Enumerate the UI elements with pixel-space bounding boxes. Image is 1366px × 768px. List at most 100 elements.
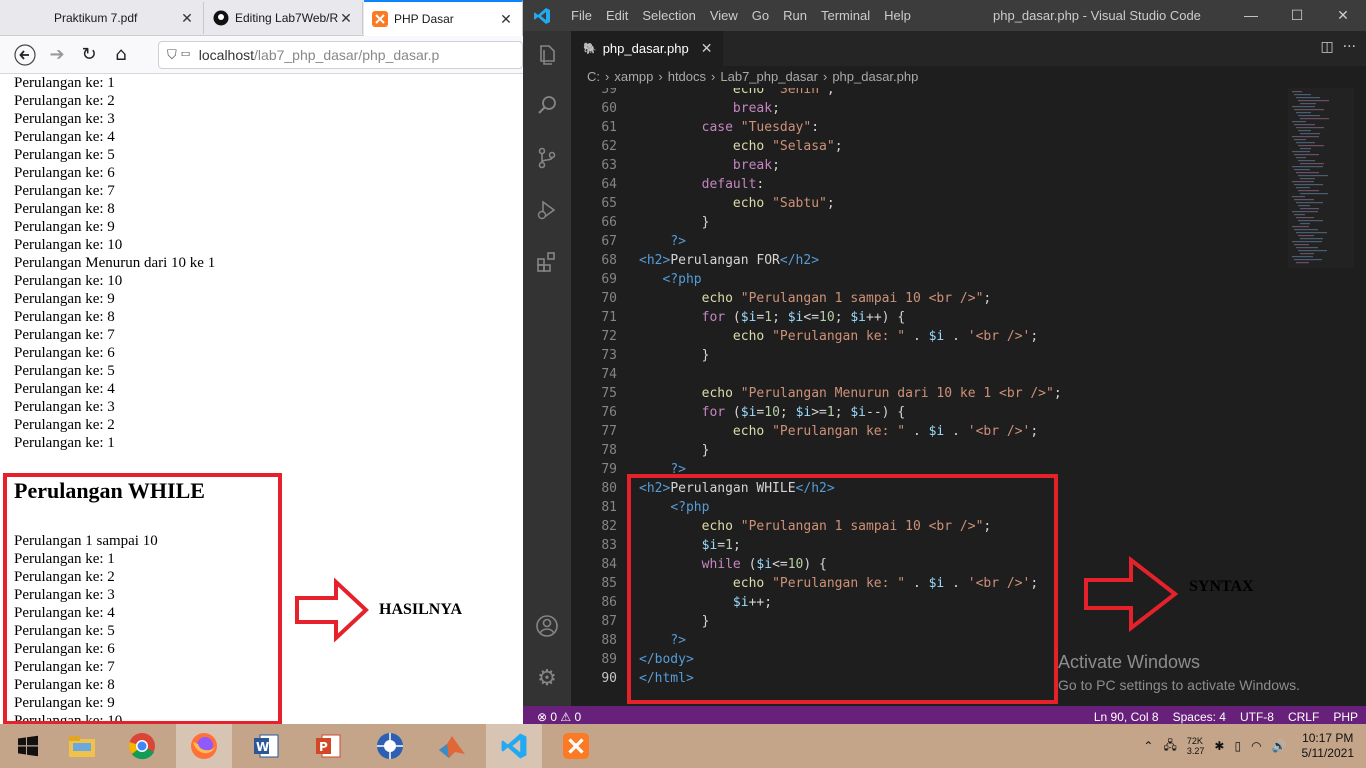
- bluetooth-icon[interactable]: ✱: [1214, 739, 1224, 753]
- split-editor-icon[interactable]: ◫ ···: [1321, 39, 1356, 55]
- status-item[interactable]: CRLF: [1288, 710, 1319, 724]
- code-line[interactable]: 71 for ($i=1; $i<=10; $i++) {: [571, 308, 1291, 327]
- code-line[interactable]: 60 break;: [571, 99, 1291, 118]
- menu-item[interactable]: Edit: [606, 8, 628, 23]
- breadcrumb-item[interactable]: C:: [587, 69, 600, 84]
- output-line: Perulangan ke: 6: [14, 165, 115, 181]
- chrome-icon[interactable]: [114, 724, 170, 768]
- code-line[interactable]: 77 echo "Perulangan ke: " . $i . '<br />…: [571, 422, 1291, 441]
- output-line: Perulangan Menurun dari 10 ke 1: [14, 255, 216, 271]
- menu-item[interactable]: Help: [884, 8, 911, 23]
- source-control-icon[interactable]: [523, 134, 571, 182]
- close-button[interactable]: ✕: [1320, 0, 1366, 31]
- network-icon[interactable]: 🖧: [1163, 736, 1176, 757]
- status-item[interactable]: UTF-8: [1240, 710, 1274, 724]
- minimize-button[interactable]: —: [1228, 0, 1274, 31]
- menu-item[interactable]: File: [571, 8, 592, 23]
- browser-tab-pdf[interactable]: Praktikum 7.pdf ✕: [46, 2, 204, 34]
- home-button[interactable]: ⌂: [106, 40, 136, 70]
- code-line[interactable]: 75 echo "Perulangan Menurun dari 10 ke 1…: [571, 384, 1291, 403]
- settings-gear-icon[interactable]: ⚙: [523, 654, 571, 702]
- menu-item[interactable]: Run: [783, 8, 807, 23]
- code-line[interactable]: 66 }: [571, 213, 1291, 232]
- code-line[interactable]: 67 ?>: [571, 232, 1291, 251]
- line-number: 69: [601, 272, 617, 287]
- account-icon[interactable]: [523, 602, 571, 650]
- code-line[interactable]: 78 }: [571, 441, 1291, 460]
- output-line: Perulangan ke: 2: [14, 93, 115, 109]
- code-line[interactable]: 59 echo "Senin";: [571, 88, 1291, 99]
- breadcrumb-item[interactable]: xampp: [614, 69, 653, 84]
- breadcrumb-item[interactable]: htdocs: [668, 69, 706, 84]
- status-item[interactable]: Spaces: 4: [1173, 710, 1226, 724]
- close-icon[interactable]: ✕: [701, 40, 713, 57]
- code-line[interactable]: 62 echo "Selasa";: [571, 137, 1291, 156]
- close-icon[interactable]: ✕: [338, 10, 354, 27]
- code-line[interactable]: 73 }: [571, 346, 1291, 365]
- xampp-taskbar-icon[interactable]: [548, 724, 604, 768]
- explorer-icon[interactable]: [523, 31, 571, 79]
- code-line[interactable]: 80 <h2>Perulangan WHILE</h2>: [571, 479, 1291, 498]
- browser-tab-php-dasar[interactable]: PHP Dasar ✕: [364, 0, 523, 36]
- firefox-icon[interactable]: [176, 724, 232, 768]
- windows-start-icon[interactable]: [0, 724, 56, 768]
- line-number: 66: [601, 215, 617, 230]
- menu-item[interactable]: Terminal: [821, 8, 870, 23]
- app-bug-icon[interactable]: [362, 724, 418, 768]
- code-line[interactable]: 70 echo "Perulangan 1 sampai 10 <br />";: [571, 289, 1291, 308]
- back-button[interactable]: [10, 40, 40, 70]
- code-line[interactable]: 76 for ($i=10; $i>=1; $i--) {: [571, 403, 1291, 422]
- close-icon[interactable]: ✕: [498, 11, 514, 28]
- matlab-icon[interactable]: [424, 724, 480, 768]
- code-line[interactable]: 84 while ($i<=10) {: [571, 555, 1291, 574]
- powerpoint-icon[interactable]: P: [300, 724, 356, 768]
- volume-icon[interactable]: 🔊: [1272, 739, 1287, 753]
- breadcrumb-item[interactable]: Lab7_php_dasar: [720, 69, 818, 84]
- code-line[interactable]: 69 <?php: [571, 270, 1291, 289]
- url-bar[interactable]: ⛉ ▭ localhost/lab7_php_dasar/php_dasar.p: [158, 41, 523, 69]
- code-line[interactable]: 61 case "Tuesday":: [571, 118, 1291, 137]
- code-editor[interactable]: 59 echo "Senin"; 60 break; 61 case "Tuesda…: [571, 88, 1291, 706]
- output-line: Perulangan ke: 3: [14, 399, 115, 415]
- code-line[interactable]: 68 <h2>Perulangan FOR</h2>: [571, 251, 1291, 270]
- status-item[interactable]: Ln 90, Col 8: [1094, 710, 1159, 724]
- minimap[interactable]: [1288, 88, 1354, 268]
- menu-item[interactable]: View: [710, 8, 738, 23]
- code-line[interactable]: 85 echo "Perulangan ke: " . $i . '<br />…: [571, 574, 1291, 593]
- code-line[interactable]: 79 ?>: [571, 460, 1291, 479]
- code-line[interactable]: 72 echo "Perulangan ke: " . $i . '<br />…: [571, 327, 1291, 346]
- breadcrumb-item[interactable]: php_dasar.php: [832, 69, 918, 84]
- battery-icon[interactable]: ▯: [1234, 739, 1241, 753]
- editor-tab-php-dasar[interactable]: 🐘 php_dasar.php ✕: [571, 31, 723, 66]
- forward-button[interactable]: ➔: [42, 40, 72, 70]
- code-line[interactable]: 81 <?php: [571, 498, 1291, 517]
- file-explorer-icon[interactable]: [54, 724, 110, 768]
- code-line[interactable]: 63 break;: [571, 156, 1291, 175]
- code-line[interactable]: 82 echo "Perulangan 1 sampai 10 <br />";: [571, 517, 1291, 536]
- code-line[interactable]: 88 ?>: [571, 631, 1291, 650]
- code-line[interactable]: 65 echo "Sabtu";: [571, 194, 1291, 213]
- chevron-up-icon[interactable]: ⌃: [1143, 739, 1153, 753]
- wifi-icon[interactable]: ◠: [1251, 739, 1261, 753]
- browser-tab-github[interactable]: Editing Lab7Web/R ✕: [205, 2, 363, 34]
- status-item[interactable]: PHP: [1333, 710, 1358, 724]
- run-debug-icon[interactable]: [523, 186, 571, 234]
- word-icon[interactable]: W: [238, 724, 294, 768]
- close-icon[interactable]: ✕: [179, 10, 195, 27]
- code-line[interactable]: 86 $i++;: [571, 593, 1291, 612]
- menu-item[interactable]: Selection: [642, 8, 695, 23]
- extensions-icon[interactable]: [523, 238, 571, 286]
- code-line[interactable]: 83 $i=1;: [571, 536, 1291, 555]
- minimap-line: [1298, 145, 1324, 147]
- code-line[interactable]: 87 }: [571, 612, 1291, 631]
- code-line[interactable]: 74: [571, 365, 1291, 384]
- reload-button[interactable]: ↻: [74, 40, 104, 70]
- menu-item[interactable]: Go: [752, 8, 769, 23]
- vscode-taskbar-icon[interactable]: [486, 724, 542, 768]
- code-text: <?php: [662, 272, 702, 287]
- search-icon[interactable]: [523, 81, 571, 129]
- code-line[interactable]: 64 default:: [571, 175, 1291, 194]
- clock[interactable]: 10:17 PM 5/11/2021: [1302, 731, 1355, 761]
- minimap-line: [1292, 136, 1319, 138]
- maximize-button[interactable]: ☐: [1274, 0, 1320, 31]
